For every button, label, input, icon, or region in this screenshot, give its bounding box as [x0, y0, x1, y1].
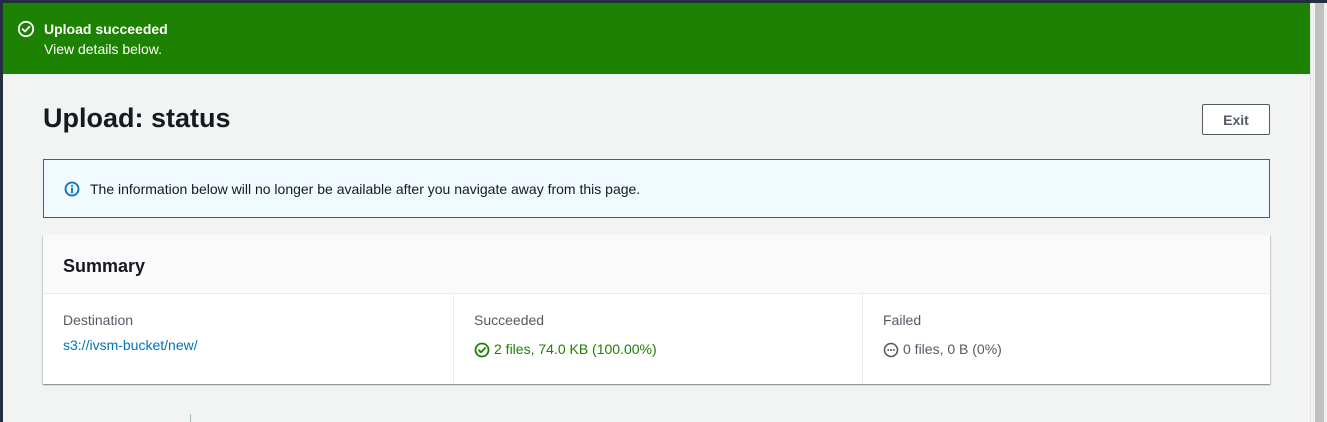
info-icon	[64, 181, 80, 197]
failed-label: Failed	[883, 312, 922, 328]
page-title: Upload: status	[43, 103, 231, 133]
summary-header: Summary	[43, 235, 1270, 294]
bottom-divider	[190, 414, 191, 422]
destination-link[interactable]: s3://ivsm-bucket/new/	[63, 337, 198, 354]
failed-column: Failed 0 files, 0 B (0%)	[862, 294, 1270, 384]
info-text: The information below will no longer be …	[90, 181, 641, 197]
failed-value: 0 files, 0 B (0%)	[903, 341, 1002, 357]
scrollbar-thumb[interactable]	[1315, 3, 1324, 422]
summary-title: Summary	[63, 256, 146, 276]
summary-panel: Summary Destination s3://ivsm-bucket/new…	[43, 235, 1270, 384]
success-flash-banner: Upload succeeded View details below.	[3, 3, 1310, 74]
destination-column: Destination s3://ivsm-bucket/new/	[43, 294, 453, 384]
succeeded-status: 2 files, 74.0 KB (100.00%)	[474, 341, 657, 358]
ellipsis-circle-icon	[883, 342, 899, 357]
failed-status: 0 files, 0 B (0%)	[883, 341, 1002, 358]
destination-label: Destination	[63, 312, 134, 328]
succeeded-column: Succeeded 2 files, 74.0 KB (100.00%)	[453, 294, 862, 384]
succeeded-label: Succeeded	[474, 312, 545, 328]
flash-message: View details below.	[44, 41, 163, 57]
exit-button[interactable]: Exit	[1202, 104, 1270, 135]
check-circle-icon	[474, 342, 490, 357]
flash-title: Upload succeeded	[44, 21, 168, 37]
check-circle-icon	[17, 20, 35, 38]
vertical-scrollbar[interactable]	[1310, 3, 1327, 422]
info-alert: The information below will no longer be …	[43, 159, 1270, 218]
succeeded-value: 2 files, 74.0 KB (100.00%)	[494, 341, 657, 357]
page-content: Upload succeeded View details below. Upl…	[3, 3, 1310, 422]
